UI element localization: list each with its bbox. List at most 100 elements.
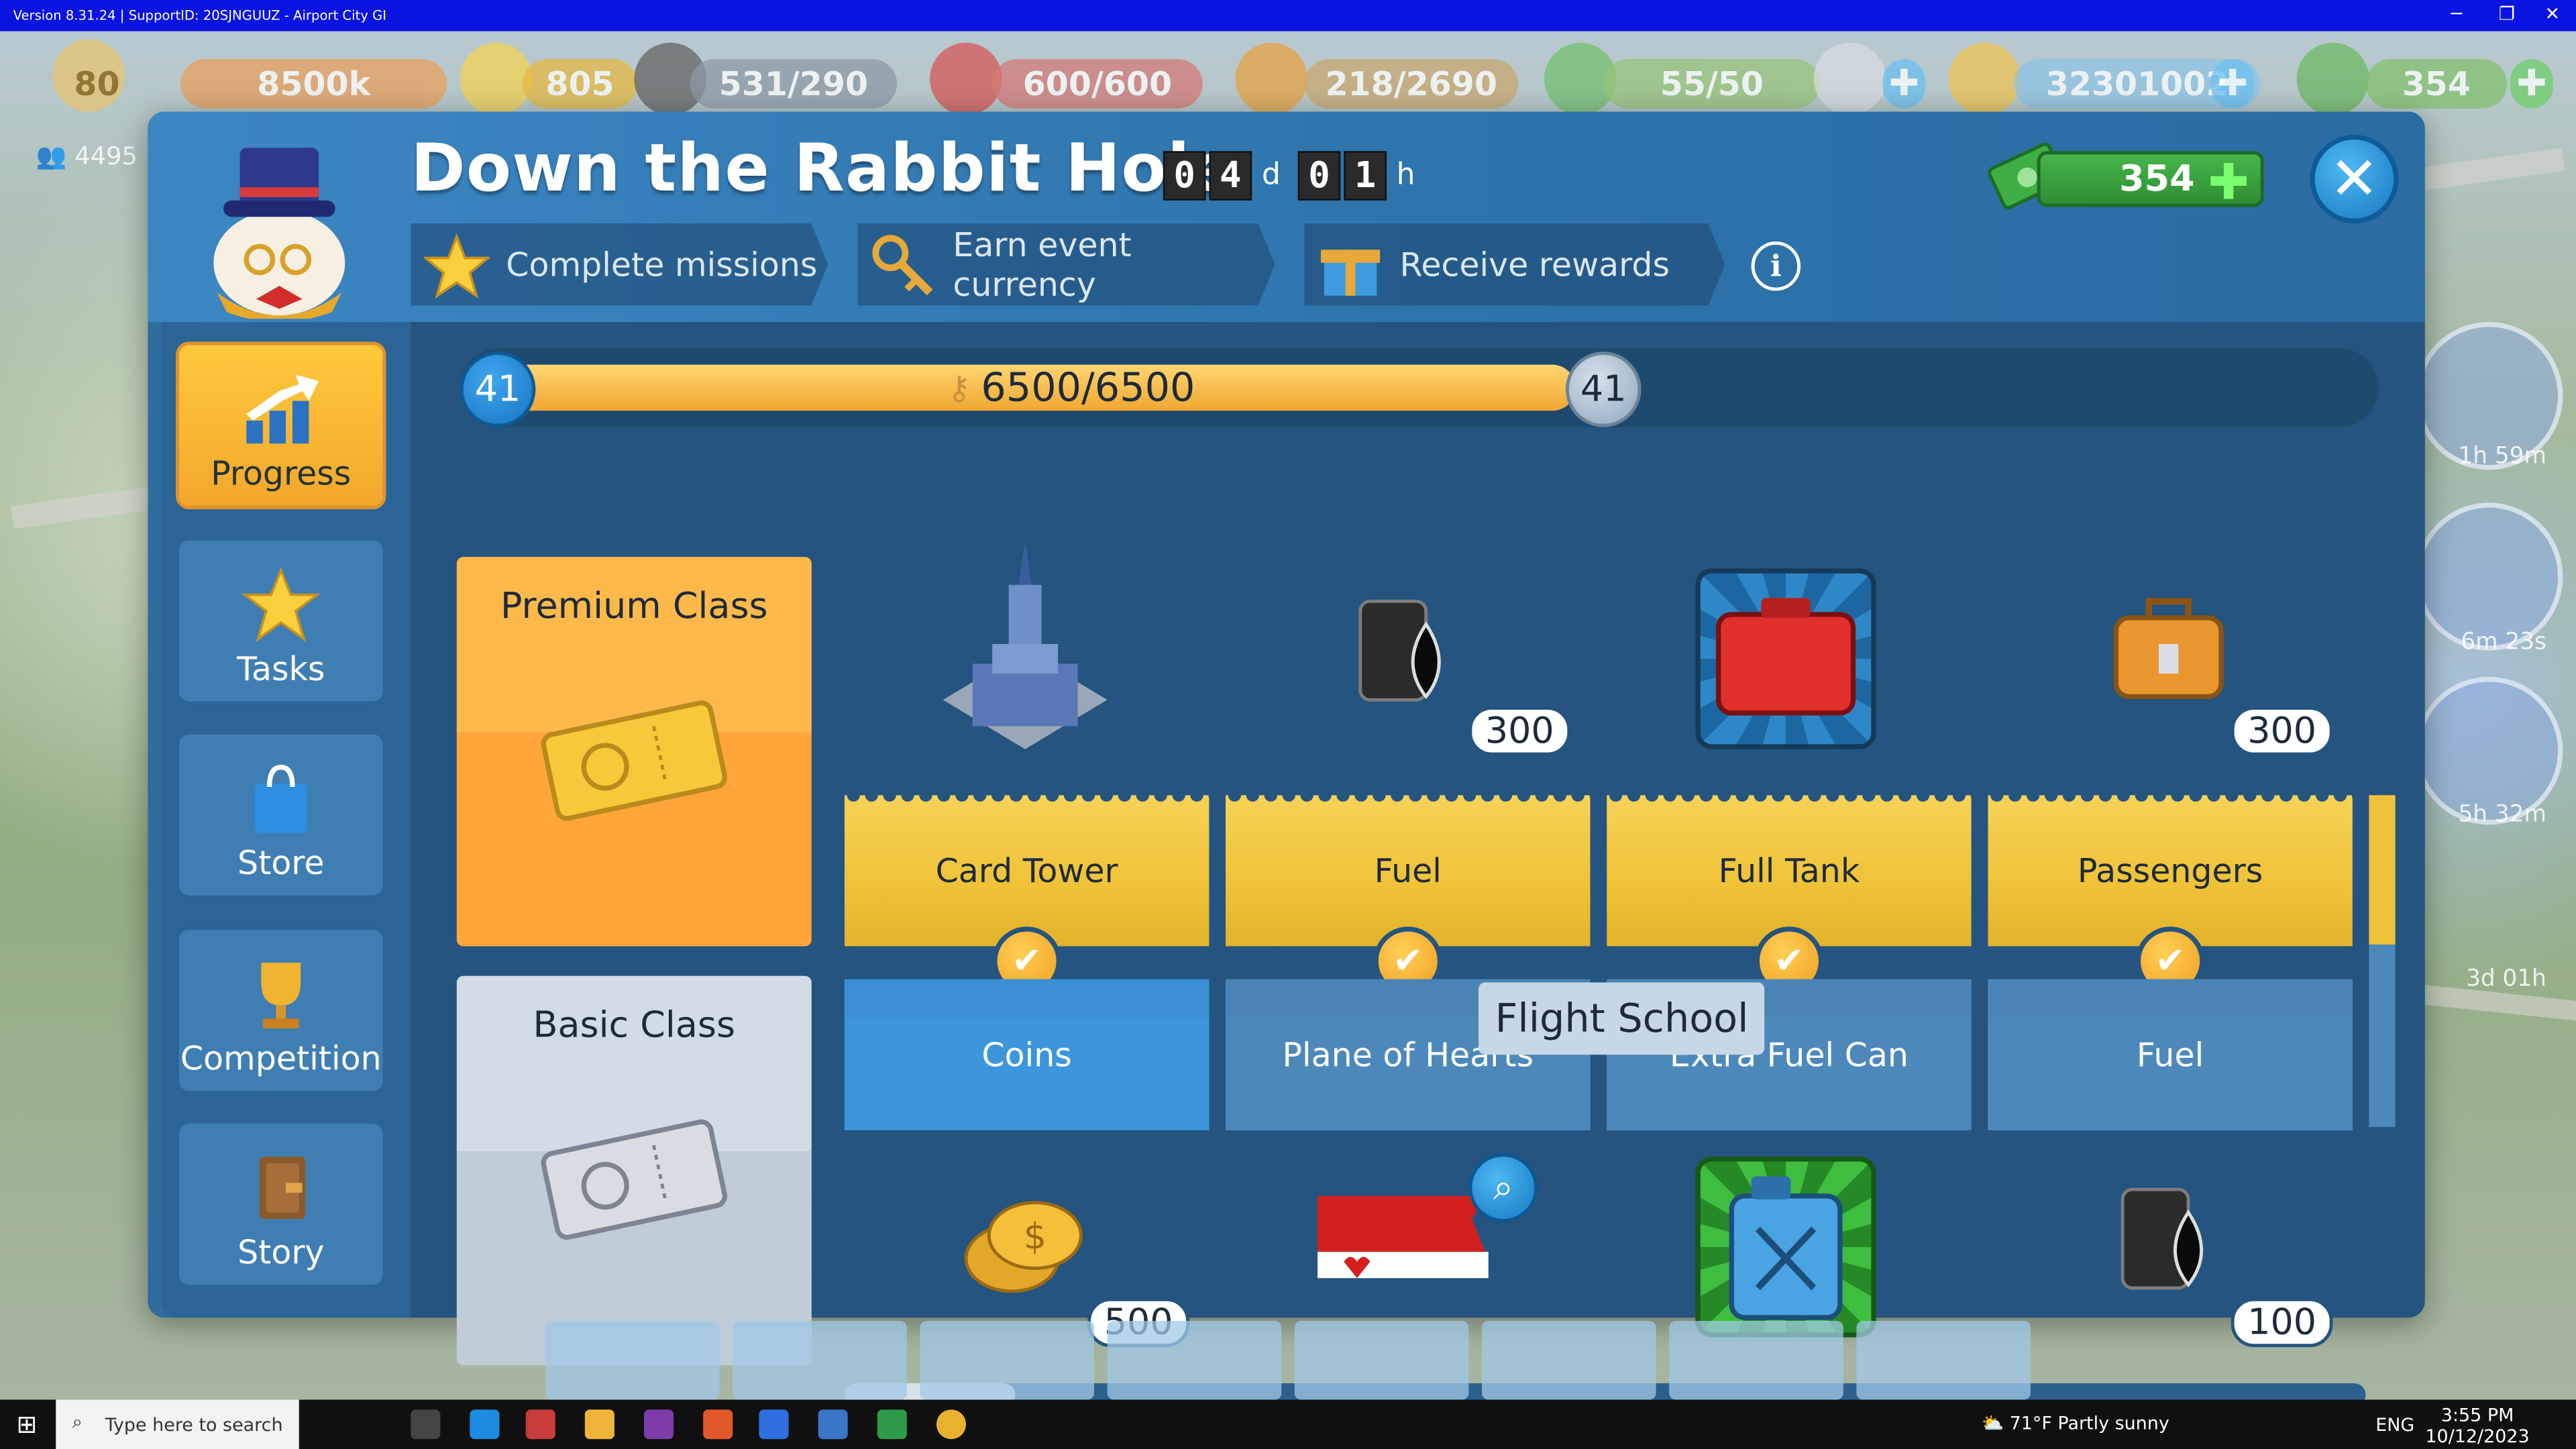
dock-storage-button[interactable] bbox=[1294, 1320, 1469, 1400]
basic-class-card: Basic Class bbox=[456, 975, 812, 1366]
timer-days-digit-1: 0 bbox=[1163, 151, 1206, 201]
event-modal: Down the Rabbit Hole 0 4 d 0 1 h Complet… bbox=[148, 111, 2425, 1407]
side-timer-4: 3d 01h bbox=[2466, 966, 2546, 993]
chrome-icon[interactable] bbox=[936, 1409, 967, 1440]
event-nav: Progress Tasks Store Competition Story bbox=[161, 322, 411, 1318]
fuel-barrel-icon bbox=[1358, 599, 1441, 702]
basic-class-title: Basic Class bbox=[533, 1005, 736, 1047]
restore-icon[interactable]: ❐ bbox=[2499, 3, 2515, 25]
shopping-bag-icon bbox=[254, 765, 307, 833]
dock-planes-button[interactable] bbox=[733, 1320, 907, 1400]
side-timer-1: 1h 59m bbox=[2458, 443, 2546, 470]
dock-flights-button[interactable] bbox=[545, 1320, 720, 1400]
dock-shop-button[interactable] bbox=[920, 1320, 1095, 1400]
svg-text:$: $ bbox=[1024, 1215, 1046, 1257]
windows-start-icon[interactable]: ⊞ bbox=[16, 1409, 37, 1439]
add-cash-button[interactable]: ✚ bbox=[2510, 59, 2553, 109]
add-cash-plus-button[interactable]: ✚ bbox=[2208, 154, 2249, 212]
star-icon bbox=[423, 233, 490, 299]
app-icon-7[interactable] bbox=[818, 1409, 848, 1440]
key-icon bbox=[872, 235, 933, 296]
timer-hours-unit: h bbox=[1396, 158, 1415, 193]
dock-friends-button[interactable] bbox=[1669, 1320, 1843, 1400]
nav-competition[interactable]: Competition bbox=[176, 926, 386, 1095]
firefox-icon[interactable] bbox=[703, 1409, 733, 1440]
cloud-sun-icon: ⛅ bbox=[1981, 1413, 2004, 1434]
plane-of-hearts-icon bbox=[1318, 1195, 1489, 1279]
nav-store[interactable]: Store bbox=[176, 731, 386, 899]
window-title: Version 8.31.24 | SupportID: 20SJNGUUZ -… bbox=[13, 8, 387, 23]
cargo-counter: 600/600 bbox=[992, 59, 1203, 109]
reward-card-tower[interactable] bbox=[845, 535, 1210, 765]
add-staff-button[interactable]: ✚ bbox=[1882, 59, 1926, 109]
premium-class-title: Premium Class bbox=[500, 586, 768, 628]
app-icon-3[interactable] bbox=[584, 1409, 614, 1440]
step-earn-event-currency[interactable]: Earn event currency bbox=[857, 223, 1275, 306]
xp-counter: 8500k bbox=[180, 59, 447, 109]
reward-fuel-basic[interactable]: 100 bbox=[1988, 1140, 2353, 1371]
step-receive-rewards[interactable]: Receive rewards bbox=[1304, 223, 1725, 306]
reward-fuel[interactable]: 300 bbox=[1226, 535, 1591, 765]
info-button[interactable]: i bbox=[1751, 241, 1801, 291]
weather-widget[interactable]: ⛅ 71°F Partly sunny bbox=[1981, 1413, 2169, 1434]
window-title-bar: Version 8.31.24 | SupportID: 20SJNGUUZ -… bbox=[0, 0, 2576, 32]
rabbit-mascot-icon bbox=[213, 148, 345, 319]
dock-map-button[interactable] bbox=[1481, 1320, 1656, 1400]
gold-ticket-icon bbox=[541, 700, 728, 821]
clock[interactable]: 3:55 PM 10/12/2023 bbox=[2425, 1405, 2530, 1448]
card-tower-building-icon bbox=[943, 542, 1108, 749]
fuel-barrel-icon bbox=[2121, 1187, 2204, 1290]
nav-progress[interactable]: Progress bbox=[176, 341, 386, 510]
minimize-icon[interactable]: ─ bbox=[2451, 3, 2462, 25]
dock-build-button[interactable] bbox=[1107, 1320, 1282, 1400]
suitcase-icon bbox=[2113, 598, 2224, 700]
reward-full-tank[interactable] bbox=[1607, 535, 1972, 765]
airport-city-icon[interactable] bbox=[877, 1409, 907, 1440]
cash-counter: 354 bbox=[2365, 59, 2508, 109]
star-icon bbox=[460, 42, 533, 115]
timer-hours-digit-2: 1 bbox=[1344, 151, 1387, 201]
hover-tooltip: Flight School bbox=[1479, 982, 1765, 1055]
flight-widget-2[interactable] bbox=[2415, 502, 2563, 651]
red-fuel-tank-icon bbox=[1715, 598, 1856, 716]
progress-panel: ⚷ 6500/6500 41 41 Premium Class Basic Cl… bbox=[411, 322, 2425, 1407]
dock-settings-button[interactable] bbox=[1856, 1320, 2031, 1400]
side-timer-2: 6m 23s bbox=[2461, 629, 2546, 656]
nav-story[interactable]: Story bbox=[176, 1120, 386, 1289]
add-coins-button[interactable]: ✚ bbox=[2211, 59, 2255, 109]
window-close-icon[interactable]: ✕ bbox=[2544, 3, 2560, 25]
step-complete-missions[interactable]: Complete missions bbox=[411, 223, 828, 306]
app-icon-4[interactable] bbox=[644, 1409, 674, 1440]
progress-text: ⚷ 6500/6500 bbox=[947, 364, 1195, 411]
crown-icon bbox=[1813, 42, 1886, 115]
edge-icon[interactable] bbox=[470, 1409, 500, 1440]
premium-reward-label: Passengers bbox=[1988, 795, 2353, 947]
event-header: Down the Rabbit Hole 0 4 d 0 1 h Complet… bbox=[148, 111, 2425, 323]
staff-counter: 55/50 bbox=[1603, 59, 1821, 109]
cash-icon bbox=[2296, 42, 2369, 115]
level-value: 80 bbox=[74, 64, 120, 104]
event-title: Down the Rabbit Hole bbox=[411, 131, 1236, 207]
cargo-icon bbox=[930, 42, 1002, 115]
nav-tasks[interactable]: Tasks bbox=[176, 537, 386, 705]
inspect-search-icon[interactable]: ⌕ bbox=[1468, 1153, 1538, 1223]
people-icon: 👥 bbox=[36, 141, 67, 171]
basic-reward-label: Coins bbox=[844, 979, 1210, 1130]
reward-quantity: 300 bbox=[2231, 706, 2333, 756]
premium-reward-label: Full Tank bbox=[1607, 795, 1972, 947]
progress-chart-icon bbox=[246, 374, 319, 444]
timer-hours-digit-1: 0 bbox=[1297, 151, 1341, 201]
app-icon-2[interactable] bbox=[525, 1409, 555, 1440]
language-indicator[interactable]: ENG bbox=[2375, 1415, 2414, 1436]
passengers-icon bbox=[1235, 42, 1308, 115]
taskbar-search-input[interactable]: ⌕ Type here to search bbox=[56, 1399, 299, 1449]
close-button[interactable]: ✕ bbox=[2310, 134, 2399, 224]
gift-icon bbox=[1320, 250, 1381, 296]
passengers-counter: 218/2690 bbox=[1304, 59, 1518, 109]
key-icon: ⚷ bbox=[947, 368, 971, 408]
basic-reward-label: Fuel bbox=[1988, 979, 2353, 1130]
app-icon-6[interactable] bbox=[759, 1409, 789, 1440]
reward-passengers[interactable]: 300 bbox=[1988, 535, 2353, 765]
task-view-icon[interactable] bbox=[411, 1409, 441, 1440]
fuel-counter: 531/290 bbox=[690, 59, 898, 109]
